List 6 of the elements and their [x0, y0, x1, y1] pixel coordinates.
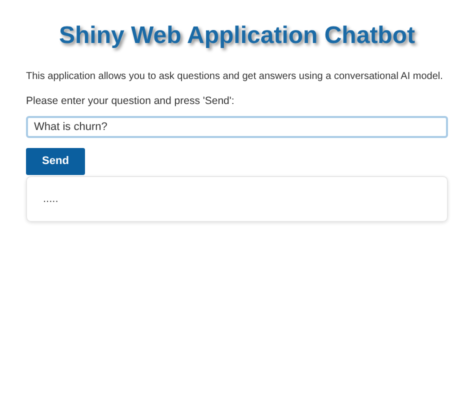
send-button[interactable]: Send [26, 148, 85, 175]
response-text: ..... [43, 192, 58, 206]
page-title: Shiny Web Application Chatbot [59, 21, 415, 51]
question-field[interactable]: What is churn? [26, 116, 448, 138]
question-label: Please enter your question and press 'Send': [26, 94, 234, 109]
description-text: This application allows you to ask questions and get answers using a conversational AI model. [26, 70, 443, 84]
